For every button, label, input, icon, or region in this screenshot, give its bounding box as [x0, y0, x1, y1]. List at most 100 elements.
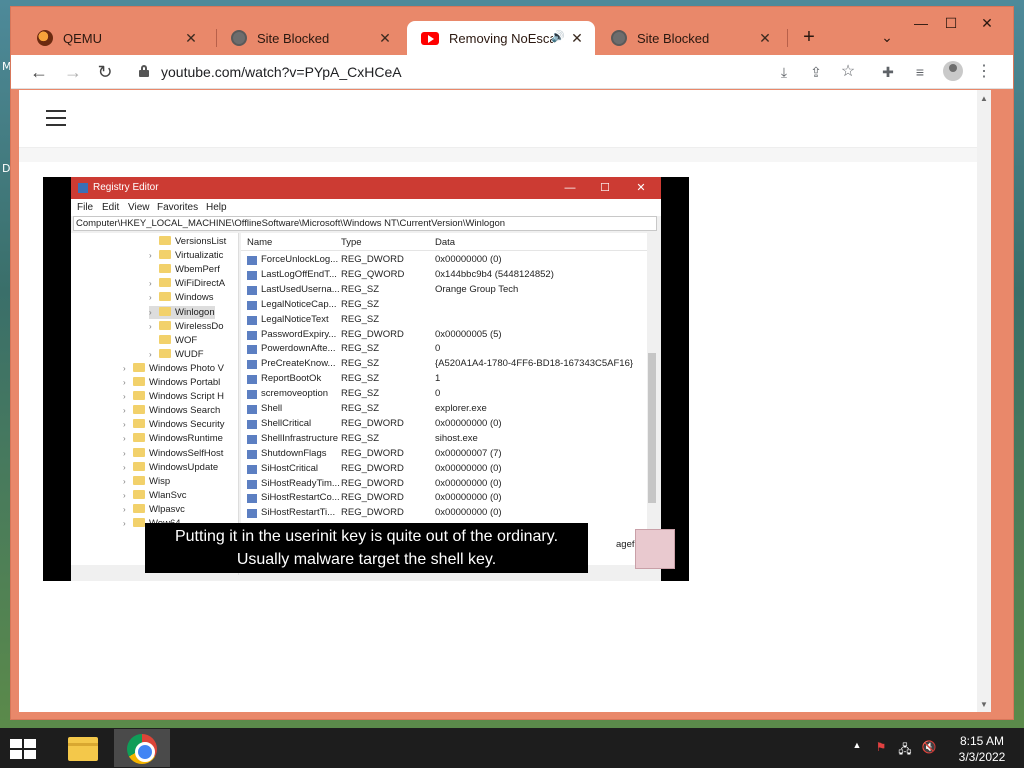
- volume-muted-icon[interactable]: 🔇: [920, 740, 938, 754]
- profile-avatar-icon[interactable]: [943, 61, 963, 81]
- network-icon[interactable]: 🖧: [896, 740, 914, 761]
- close-icon[interactable]: ✕: [757, 30, 773, 47]
- extensions-icon[interactable]: ✚: [877, 61, 899, 83]
- download-icon[interactable]: ⤓: [773, 61, 795, 83]
- tree-item-label: Windows: [175, 292, 214, 304]
- close-icon[interactable]: ✕: [183, 30, 199, 47]
- folder-icon: [133, 405, 145, 415]
- maximize-button[interactable]: ☐: [933, 13, 969, 33]
- chevron-right-icon: ›: [149, 307, 152, 317]
- scroll-up-icon[interactable]: ▲: [977, 92, 991, 106]
- windows-start-icon[interactable]: [10, 739, 38, 759]
- back-button[interactable]: ←: [27, 60, 51, 84]
- reg-maximize-icon: ☐: [600, 182, 610, 194]
- registry-value-row: Shell REG_SZ explorer.exe: [241, 402, 657, 417]
- bookmark-star-icon[interactable]: ☆: [837, 61, 859, 83]
- value-data: 1: [435, 373, 441, 385]
- column-type: Type: [341, 237, 362, 248]
- tab-youtube-active[interactable]: Removing NoEscape 🔊 ✕: [407, 21, 595, 55]
- registry-value-icon: [247, 285, 257, 295]
- tree-item-label: Windows Photo V: [149, 362, 224, 374]
- folder-icon: [133, 362, 145, 372]
- chevron-right-icon: ›: [123, 434, 126, 444]
- reload-button[interactable]: ↻: [93, 60, 117, 84]
- header-divider: [19, 148, 991, 162]
- value-name: SiHostCritical: [261, 462, 319, 474]
- value-data: 0x00000000 (0): [435, 492, 502, 504]
- chrome-taskbar-button[interactable]: [114, 729, 170, 767]
- chevron-right-icon: ›: [123, 448, 126, 458]
- value-name: scremoveoption: [261, 388, 329, 400]
- close-icon[interactable]: ✕: [569, 30, 585, 47]
- value-type: REG_DWORD: [341, 417, 404, 429]
- folder-icon: [159, 334, 171, 344]
- value-type: REG_DWORD: [341, 477, 404, 489]
- registry-tree-item: › WlanSvc: [123, 489, 186, 502]
- tree-item-label: Virtualizatic: [175, 250, 224, 262]
- column-data: Data: [435, 237, 456, 248]
- action-center-flag-icon[interactable]: ⚑: [872, 740, 890, 754]
- value-name: PreCreateKnow...: [261, 358, 336, 370]
- lock-icon[interactable]: [139, 65, 149, 77]
- value-data: 0x00000007 (7): [435, 447, 502, 459]
- page-scrollbar[interactable]: ▲ ▼: [977, 90, 991, 712]
- value-data: 0x144bbc9b4 (5448124852): [435, 268, 554, 280]
- folder-icon: [133, 433, 145, 443]
- video-player[interactable]: Registry Editor — ☐ ✕ File Edit View Fav…: [43, 177, 689, 581]
- taskbar-clock[interactable]: 8:15 AM 3/3/2022: [952, 733, 1012, 765]
- registry-tree-item: › Windows: [149, 291, 214, 304]
- registry-tree-item: › Windows Portabl: [123, 376, 220, 389]
- value-name: SiHostReadyTim...: [261, 477, 340, 489]
- tab-search-button[interactable]: ⌄: [875, 25, 899, 49]
- chevron-right-icon: ›: [149, 349, 152, 359]
- value-type: REG_DWORD: [341, 492, 404, 504]
- clock-date: 3/3/2022: [958, 750, 1006, 764]
- tree-item-label: WiFiDirectA: [175, 278, 226, 290]
- tab-site-blocked-2[interactable]: Site Blocked ✕: [597, 21, 783, 55]
- chevron-right-icon: ›: [149, 293, 152, 303]
- value-name: LastLogOffEndT...: [261, 268, 337, 280]
- share-icon[interactable]: ⇪: [805, 61, 827, 83]
- tab-qemu[interactable]: QEMU ✕: [23, 21, 209, 55]
- file-explorer-taskbar-button[interactable]: [54, 729, 110, 767]
- scroll-down-icon[interactable]: ▼: [977, 698, 991, 712]
- tree-item-label: WindowsSelfHost: [149, 447, 224, 459]
- value-name: SiHostRestartCo...: [261, 492, 340, 504]
- registry-value-icon: [247, 256, 257, 265]
- new-tab-button[interactable]: +: [797, 25, 821, 49]
- taskbar: ▲ ⚑ 🖧 🔇 8:15 AM 3/3/2022: [0, 728, 1024, 768]
- folder-icon: [133, 377, 145, 386]
- close-window-button[interactable]: ✕: [969, 13, 1005, 33]
- media-control-icon[interactable]: ≡: [909, 61, 931, 83]
- registry-value-row: PreCreateKnow... REG_SZ {A520A1A4-1780-4FF…: [241, 357, 657, 372]
- tab-label: Site Blocked: [257, 30, 330, 46]
- tab-strip: QEMU ✕ Site Blocked ✕ Removing NoEscape …: [11, 7, 1013, 55]
- video-subtitle: Putting it in the userinit key is quite …: [145, 523, 588, 573]
- value-data: 0x00000000 (0): [435, 417, 502, 429]
- registry-tree-item: › Virtualizatic: [149, 249, 223, 262]
- registry-menu-bar: File Edit View Favorites Help: [71, 199, 661, 216]
- tab-site-blocked-1[interactable]: Site Blocked ✕: [217, 21, 403, 55]
- tree-item-label: VersionsList: [175, 236, 227, 247]
- menu-icon[interactable]: ⋮: [973, 61, 995, 83]
- value-type: REG_SZ: [341, 388, 380, 400]
- value-name: PasswordExpiry...: [261, 328, 337, 340]
- hamburger-menu-icon[interactable]: [46, 110, 66, 126]
- chevron-right-icon: ›: [149, 321, 152, 331]
- registry-tree-item: › WindowsRuntime: [123, 432, 223, 445]
- reg-menu-file: File: [77, 202, 94, 213]
- forward-button[interactable]: →: [61, 60, 85, 84]
- show-hidden-icons-icon[interactable]: ▲: [848, 740, 866, 750]
- audio-playing-icon[interactable]: 🔊: [551, 30, 565, 43]
- registry-value-icon: [247, 315, 257, 325]
- folder-icon: [159, 264, 171, 274]
- chevron-right-icon: ›: [123, 406, 126, 416]
- value-type: REG_SZ: [341, 343, 380, 355]
- chevron-right-icon: ›: [149, 251, 152, 261]
- close-icon[interactable]: ✕: [377, 30, 393, 47]
- value-data: 0x00000000 (0): [435, 254, 502, 265]
- tree-item-label: WbemPerf: [175, 264, 220, 276]
- youtube-icon: [421, 31, 439, 45]
- presenter-avatar-icon: [635, 529, 675, 569]
- url-text[interactable]: youtube.com/watch?v=PYpA_CxHCeA: [161, 64, 402, 80]
